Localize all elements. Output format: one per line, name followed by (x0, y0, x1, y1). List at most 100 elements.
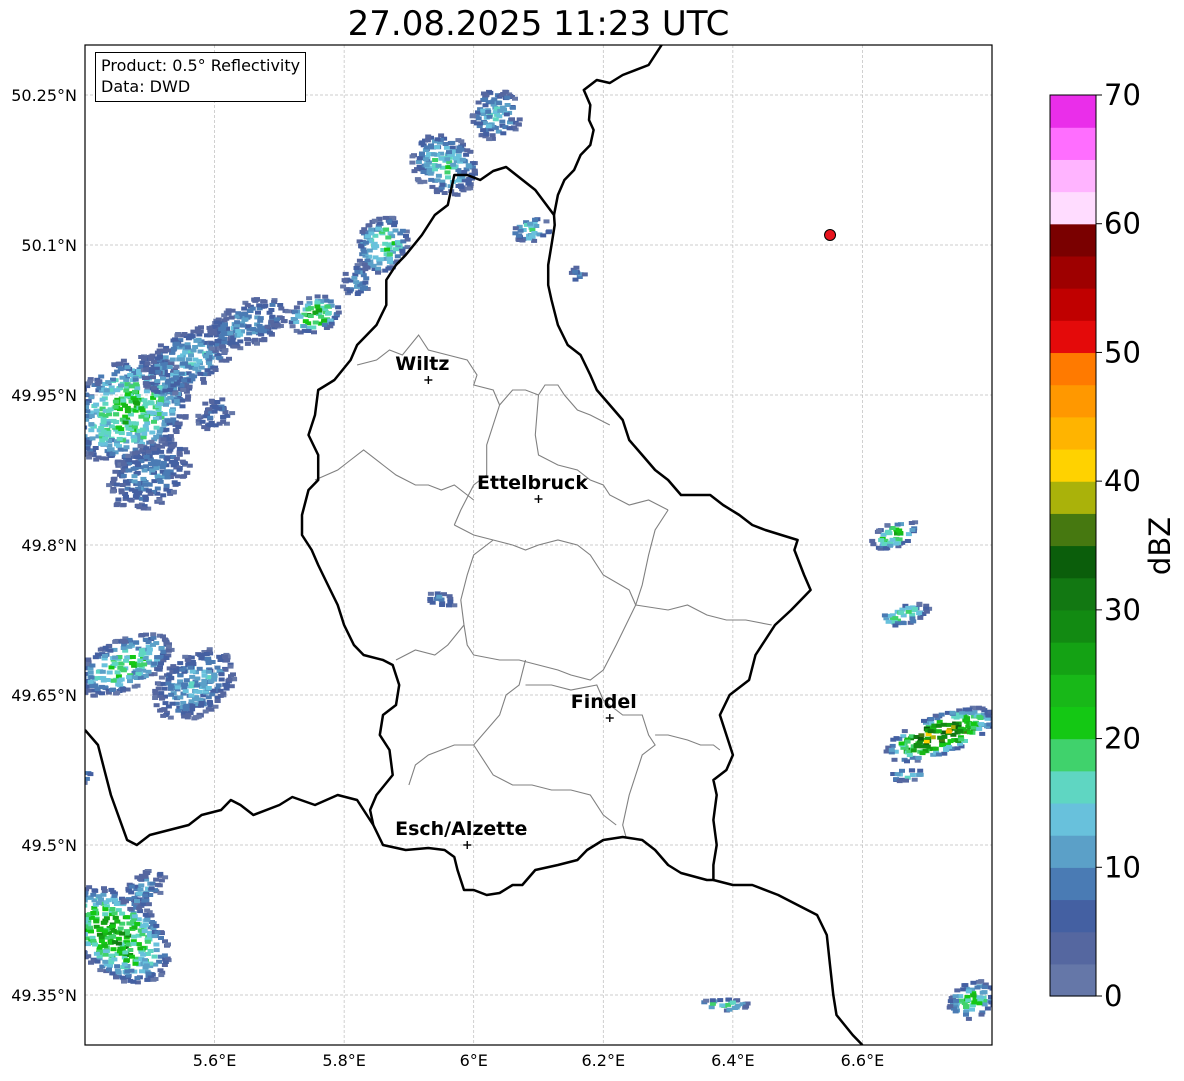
radar-pixel (307, 314, 314, 318)
radar-pixel (158, 675, 165, 680)
radar-pixel (314, 300, 321, 305)
colorbar-tick-label: 40 (1104, 464, 1141, 498)
radar-pixel (160, 463, 167, 468)
radar-pixel (318, 314, 325, 319)
radar-pixel (165, 437, 172, 442)
radar-pixel (411, 169, 418, 174)
radar-pixel (165, 681, 172, 686)
radar-pixel (76, 438, 82, 442)
radar-pixel (150, 642, 156, 647)
radar-pixel (932, 746, 939, 751)
radar-pixel (482, 103, 489, 108)
radar-pixel (284, 309, 291, 314)
radar-pixel (726, 1007, 733, 1012)
radar-pixel (126, 458, 133, 463)
radar-pixel (163, 487, 170, 492)
radar-pixel (141, 431, 148, 436)
radar-pixel (483, 131, 490, 136)
radar-pixel (165, 648, 172, 653)
radar-pixel (131, 479, 138, 484)
radar-pixel (223, 358, 230, 363)
radar-pixel (70, 409, 76, 413)
radar-pixel (131, 684, 138, 689)
radar-pixel (87, 670, 94, 675)
radar-pixel (324, 304, 331, 309)
radar-pixel (152, 691, 159, 696)
colorbar-segment (1050, 609, 1096, 643)
radar-pixel (206, 325, 213, 330)
radar-pixel (435, 163, 442, 168)
colorbar-segment (1050, 384, 1096, 418)
colorbar-segment (1050, 191, 1096, 225)
radar-pixel (971, 1000, 978, 1005)
radar-pixel (135, 503, 142, 508)
colorbar-segment (1050, 674, 1096, 707)
radar-pixel (75, 919, 81, 923)
radar-pixel (120, 398, 127, 403)
radar-pixel (173, 399, 180, 404)
radar-pixel (88, 960, 95, 965)
radar-pixel (427, 171, 434, 176)
radar-pixel (125, 888, 132, 893)
radar-pixel (134, 976, 141, 981)
radar-pixel (101, 920, 108, 925)
radar-pixel (911, 777, 918, 782)
radar-pixel (916, 601, 923, 606)
radar-pixel (204, 657, 211, 662)
lat-tick-label: 49.8°N (21, 536, 77, 555)
radar-pixel (394, 254, 401, 259)
radar-pixel (110, 947, 117, 952)
radar-pixel (75, 932, 81, 936)
radar-pixel (104, 678, 111, 682)
radar-pixel (382, 215, 389, 220)
radar-pixel (142, 874, 149, 879)
colorbar-segment (1050, 835, 1096, 868)
radar-pixel (424, 138, 431, 143)
radar-pixel (108, 953, 115, 958)
radar-pixel (892, 616, 899, 621)
radar-pixel (221, 340, 228, 345)
radar-pixel (203, 354, 209, 359)
radar-pixel (446, 603, 452, 608)
radar-pixel (143, 632, 149, 637)
radar-pixel (74, 909, 80, 913)
radar-pixel (78, 918, 84, 922)
radar-pixel (132, 389, 138, 394)
radar-pixel (302, 319, 309, 324)
radar-pixel (881, 541, 888, 546)
radar-pixel (246, 331, 253, 336)
radar-pixel (182, 447, 189, 452)
radar-pixel (215, 355, 222, 360)
radar-pixel (947, 999, 954, 1004)
radar-pixel (953, 998, 959, 1003)
radar-pixel (136, 906, 143, 911)
colorbar-segment (1050, 706, 1096, 740)
radar-pixel (77, 410, 83, 414)
radar-pixel (289, 324, 296, 329)
radar-pixel (151, 954, 158, 959)
radar-pixel (66, 909, 72, 913)
radar-pixel (244, 337, 251, 342)
radar-pixel (909, 616, 916, 621)
radar-pixel (526, 236, 533, 241)
radar-pixel (118, 490, 125, 495)
radar-pixel (101, 943, 108, 948)
radar-pixel (78, 933, 84, 937)
radar-pixel (467, 149, 474, 154)
product-text: Product: 0.5° Reflectivity (101, 56, 301, 75)
radar-pixel (154, 350, 161, 355)
colorbar-segment (1050, 448, 1096, 482)
radar-pixel (227, 331, 234, 336)
radar-pixel (144, 871, 151, 875)
radar-pixel (172, 342, 179, 347)
radar-pixel (225, 308, 232, 313)
radar-pixel (108, 665, 115, 670)
colorbar-segment (1050, 352, 1096, 386)
lon-tick-label: 5.6°E (193, 1051, 237, 1070)
radar-pixel (924, 744, 931, 749)
radar-pixel (70, 411, 76, 415)
radar-pixel (116, 678, 123, 683)
radar-pixel (229, 339, 236, 344)
colorbar-segment (1050, 481, 1096, 514)
radar-pixel (321, 318, 328, 323)
